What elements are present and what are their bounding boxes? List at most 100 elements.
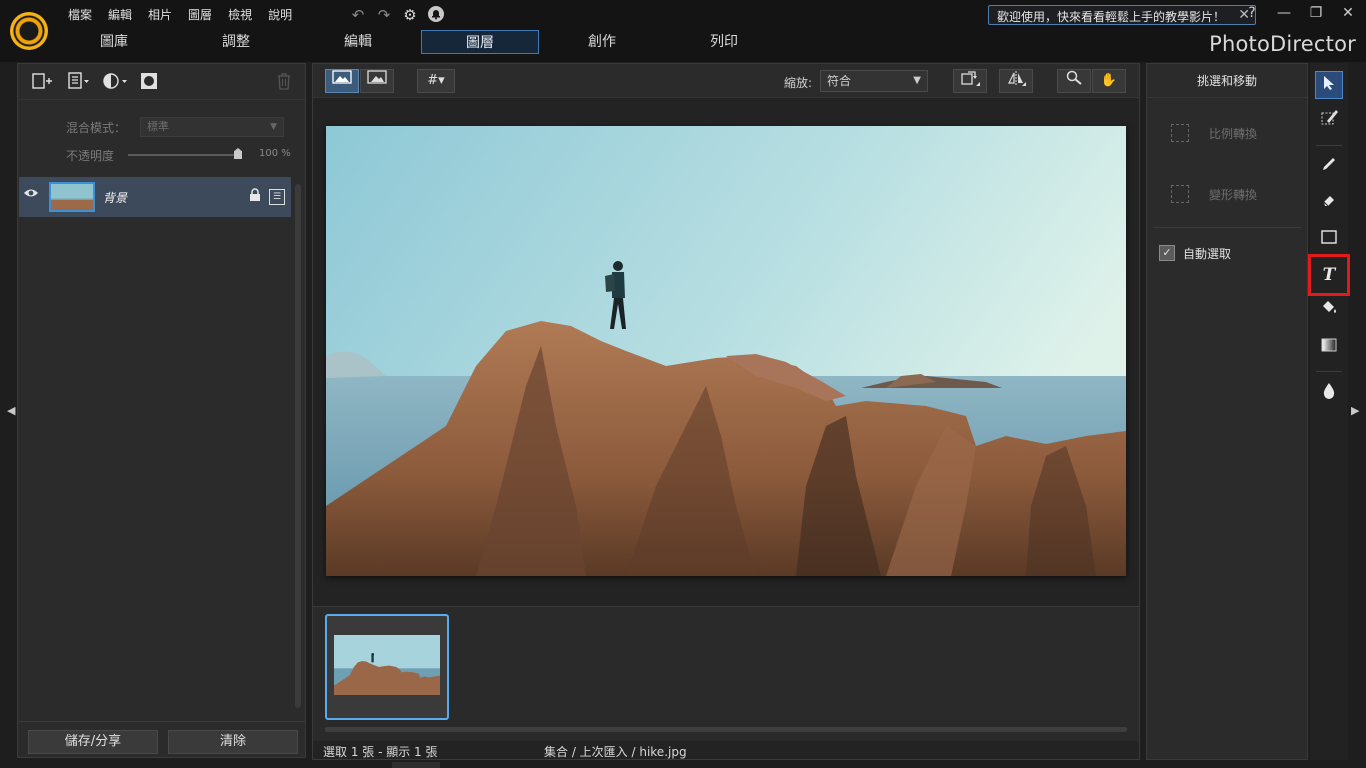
arrow-cursor-icon[interactable]: [1315, 71, 1343, 99]
shape-transform-option[interactable]: 變形轉換: [1167, 183, 1297, 205]
compare-view-icon[interactable]: [360, 69, 394, 93]
rectangle-icon[interactable]: [1315, 225, 1343, 253]
bell-icon[interactable]: [426, 5, 446, 25]
tool-options-panel: 挑選和移動 比例轉換 變形轉換 ✓ 自動選取: [1146, 63, 1308, 760]
add-layer-icon[interactable]: [32, 72, 54, 92]
layers-panel: 混合模式： 標準 ▼ 不透明度 100 % 背景 ☰ 儲存/分享 清除: [17, 63, 306, 758]
brand-name: PhotoDirector: [1209, 32, 1356, 56]
blend-mode-select[interactable]: 標準 ▼: [140, 117, 284, 137]
shape-transform-label: 變形轉換: [1209, 188, 1258, 202]
rotate-icon[interactable]: [953, 69, 987, 93]
opacity-row: 不透明度 100 %: [66, 146, 306, 166]
collapse-right-icon[interactable]: ▶: [1351, 404, 1359, 417]
clear-button[interactable]: 清除: [168, 730, 298, 754]
menu-view[interactable]: 檢視: [220, 6, 260, 24]
opacity-slider-track[interactable]: [128, 154, 238, 156]
gear-icon[interactable]: ⚙: [400, 5, 420, 25]
chevron-down-icon: ▼: [270, 122, 277, 132]
help-button[interactable]: ?: [1240, 3, 1264, 23]
opacity-label: 不透明度: [66, 149, 115, 163]
canvas-area[interactable]: [313, 99, 1139, 605]
photo-canvas[interactable]: [326, 126, 1126, 576]
tab-layers[interactable]: 圖層: [421, 30, 539, 54]
redo-icon[interactable]: ↷: [374, 5, 394, 25]
tab-create[interactable]: 創作: [543, 30, 661, 54]
filmstrip-scrollbar[interactable]: [325, 727, 1127, 732]
tab-edit[interactable]: 編輯: [299, 30, 417, 54]
thumbnail-photo: [334, 635, 440, 695]
tab-library[interactable]: 圖庫: [55, 30, 173, 54]
pencil-shape: [1323, 158, 1335, 170]
menu-help[interactable]: 說明: [260, 6, 300, 24]
collapse-left-icon[interactable]: ◀: [7, 404, 15, 417]
layers-toolbar: [18, 64, 305, 100]
layers-scrollbar[interactable]: [295, 184, 301, 708]
scale-transform-label: 比例轉換: [1209, 127, 1258, 141]
add-layer-shape: [32, 73, 52, 89]
layer-row-background[interactable]: 背景 ☰: [19, 177, 291, 217]
zoom-select[interactable]: 符合 ▼: [820, 70, 928, 92]
zoom-tool-shape: [1066, 70, 1082, 85]
divider: [1153, 227, 1301, 228]
notification-banner[interactable]: 歡迎使用，快來看看輕鬆上手的教學影片！ ✕: [988, 5, 1256, 25]
selection-brush-shape: [1321, 110, 1338, 125]
tab-adjust[interactable]: 調整: [177, 30, 295, 54]
trash-icon[interactable]: [276, 72, 292, 92]
checkbox-icon[interactable]: ✓: [1159, 245, 1175, 261]
chevron-down-icon: ▼: [913, 75, 921, 86]
menu-file[interactable]: 檔案: [60, 6, 100, 24]
layer-settings-icon[interactable]: ☰: [269, 189, 285, 205]
zoom-value: 符合: [827, 74, 852, 88]
mask-icon[interactable]: [140, 72, 158, 92]
menu-layer[interactable]: 圖層: [180, 6, 220, 24]
restore-button[interactable]: ❐: [1304, 3, 1328, 23]
flip-icon[interactable]: [999, 69, 1033, 93]
opacity-slider-handle[interactable]: [234, 148, 242, 159]
close-window-button[interactable]: ✕: [1336, 3, 1360, 23]
eye-icon[interactable]: [23, 187, 39, 203]
undo-icon[interactable]: ↶: [348, 5, 368, 25]
menu-edit[interactable]: 編輯: [100, 6, 140, 24]
mode-tabs: 圖庫 調整 編輯 圖層 創作 列印: [55, 30, 787, 54]
flip-shape: [1008, 71, 1026, 86]
trash-shape: [278, 73, 290, 90]
layer-name[interactable]: 背景: [103, 189, 127, 206]
bottom-handle[interactable]: [392, 762, 440, 768]
grid-icon[interactable]: #▾: [417, 69, 455, 93]
eraser-icon[interactable]: [1315, 189, 1343, 217]
text-icon[interactable]: T: [1308, 254, 1350, 296]
hand-tool-icon[interactable]: ✋: [1092, 69, 1126, 93]
app-logo: [10, 12, 48, 50]
app-window: 檔案 編輯 相片 圖層 檢視 說明 ↶ ↷ ⚙ 歡迎使用，快來看看輕鬆上手的教學…: [0, 0, 1366, 768]
opacity-value: 100 %: [259, 148, 291, 159]
panel-title: 挑選和移動: [1147, 64, 1307, 98]
menu-photo[interactable]: 相片: [140, 6, 180, 24]
save-share-button[interactable]: 儲存/分享: [28, 730, 158, 754]
water-drop-icon[interactable]: [1315, 381, 1343, 409]
selection-brush-icon[interactable]: [1315, 107, 1343, 135]
notification-text: 歡迎使用，快來看看輕鬆上手的教學影片！: [997, 10, 1226, 24]
zoom-tool-icon[interactable]: [1057, 69, 1091, 93]
layer-menu-icon[interactable]: [68, 72, 92, 92]
tool-strip: T: [1308, 63, 1350, 760]
blend-mode-value: 標準: [147, 120, 169, 133]
tab-print[interactable]: 列印: [665, 30, 783, 54]
filmstrip-thumbnail[interactable]: [325, 614, 449, 720]
lock-icon[interactable]: [249, 188, 261, 205]
minimize-button[interactable]: —: [1272, 3, 1296, 23]
lock-shape: [250, 188, 260, 201]
fill-bucket-icon[interactable]: [1315, 297, 1343, 325]
single-view-icon[interactable]: [325, 69, 359, 93]
quick-tools: ↶ ↷ ⚙: [348, 5, 446, 25]
pencil-icon[interactable]: [1315, 153, 1343, 181]
filmstrip: [313, 606, 1139, 741]
layers-footer: 儲存/分享 清除: [18, 721, 305, 757]
water-drop-shape: [1323, 383, 1335, 399]
gradient-icon[interactable]: [1315, 333, 1343, 361]
eye-shape: [24, 189, 38, 197]
scale-transform-option[interactable]: 比例轉換: [1167, 122, 1297, 144]
status-bar: 選取 1 張 - 顯示 1 張 集合 / 上次匯入 / hike.jpg: [313, 741, 1139, 759]
menu-bar: 檔案 編輯 相片 圖層 檢視 說明: [60, 6, 300, 24]
zoom-label: 縮放:: [784, 76, 813, 90]
adjustment-layer-icon[interactable]: [102, 72, 130, 92]
